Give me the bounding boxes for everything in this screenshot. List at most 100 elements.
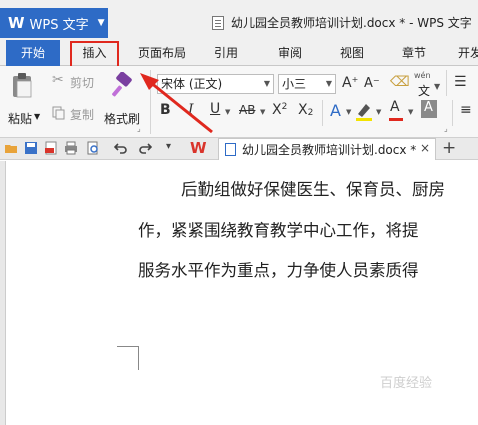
font-group-launcher[interactable]: ⌟	[444, 124, 448, 133]
page-margin-marker	[138, 346, 139, 370]
page-margin-marker	[117, 346, 138, 347]
tab-page-layout[interactable]: 页面布局	[130, 40, 194, 66]
underline-button[interactable]: U	[210, 101, 220, 117]
chevron-down-icon: ▼	[346, 108, 352, 116]
ribbon-separator	[150, 70, 151, 134]
superscript-base: X	[272, 102, 282, 118]
wps-app-menu-button[interactable]: W WPS 文字 ▼	[0, 8, 108, 38]
tab-section[interactable]: 章节	[392, 40, 436, 66]
format-painter-button[interactable]: 格式刷	[104, 72, 144, 128]
print-preview-icon[interactable]	[86, 141, 100, 155]
open-folder-icon[interactable]	[4, 141, 18, 155]
window-title-text: 幼儿园全员教师培训计划.docx * - WPS 文字	[231, 16, 472, 30]
insert-tab-highlight	[70, 41, 119, 69]
font-size-value: 小三	[282, 77, 307, 91]
minus-icon: −	[372, 76, 380, 85]
wps-logo-icon: W	[8, 14, 25, 32]
copy-icon	[52, 106, 65, 120]
scissors-icon: ✂	[52, 72, 64, 88]
tab-view[interactable]: 视图	[330, 40, 374, 66]
bold-button[interactable]: B	[160, 102, 171, 118]
phonetic-guide-button[interactable]: wén	[414, 71, 431, 80]
superscript-button[interactable]: X2	[272, 102, 287, 118]
font-name-value: 宋体 (正文)	[161, 77, 223, 91]
copy-button[interactable]: 复制	[52, 104, 104, 124]
char-shading-button[interactable]: A	[421, 100, 437, 118]
italic-button[interactable]: I	[188, 102, 194, 118]
grow-font-button[interactable]: A+	[342, 75, 358, 91]
document-icon	[225, 143, 236, 156]
tab-review[interactable]: 审阅	[268, 40, 312, 66]
close-icon[interactable]: ×	[420, 141, 430, 155]
chevron-down-icon: ▼	[434, 82, 441, 91]
print-icon[interactable]	[64, 141, 78, 155]
copy-label: 复制	[70, 108, 95, 122]
underline-label: U	[210, 101, 221, 117]
tab-developer[interactable]: 开发	[448, 40, 478, 66]
plus-icon: +	[351, 75, 359, 84]
chevron-down-icon: ▼	[97, 18, 105, 28]
title-bar: W WPS 文字 ▼ 幼儿园全员教师培训计划.docx * - WPS 文字	[0, 0, 478, 40]
redo-icon[interactable]	[138, 141, 152, 155]
font-color-swatch	[389, 118, 403, 121]
shrink-font-label: A	[364, 76, 373, 91]
save-icon[interactable]	[24, 141, 38, 155]
cut-button[interactable]: ✂ 剪切	[52, 72, 104, 92]
watermark: 百度经验	[380, 376, 433, 391]
font-size-select[interactable]: 小三 ▼	[278, 74, 336, 94]
vertical-ruler	[0, 161, 6, 425]
phonetic-pinyin: wén	[414, 71, 431, 80]
ribbon-separator	[322, 100, 323, 126]
wps-doc-logo-icon: W	[190, 139, 207, 157]
export-pdf-icon[interactable]	[44, 141, 58, 155]
highlight-color-button[interactable]	[354, 100, 378, 124]
ribbon-home: 粘贴 ▼ ✂ 剪切 复制 格式刷 ⌟ 宋体 (正文) ▼ 小三 ▼ A+ A− …	[0, 66, 478, 138]
document-line: 后勤组做好保健医生、保育员、厨房	[181, 180, 445, 199]
wps-window: W WPS 文字 ▼ 幼儿园全员教师培训计划.docx * - WPS 文字 开…	[0, 0, 478, 425]
font-color-button[interactable]: A	[388, 99, 408, 125]
text-effect-button[interactable]: A	[330, 101, 341, 120]
chevron-down-icon: ▼	[260, 108, 266, 116]
chevron-down-icon: ▼	[325, 79, 332, 88]
align-left-icon[interactable]: ≡	[460, 102, 472, 118]
document-line: 服务水平作为重点，力争使人员素质得	[138, 261, 419, 280]
font-name-select[interactable]: 宋体 (正文) ▼	[157, 74, 274, 94]
document-tab[interactable]: 幼儿园全员教师培训计划.docx * ×	[218, 138, 436, 160]
document-tab-label: 幼儿园全员教师培训计划.docx *	[242, 143, 417, 157]
undo-icon[interactable]	[114, 141, 128, 155]
grow-font-label: A	[342, 75, 352, 91]
char-shading-label: A	[424, 100, 433, 115]
font-color-label: A	[390, 99, 400, 115]
qat-customize-icon[interactable]: ▾	[166, 141, 171, 152]
eraser-icon[interactable]: ⌫	[390, 74, 410, 90]
ribbon-separator	[446, 70, 447, 96]
ribbon-separator	[452, 100, 453, 126]
cut-label: 剪切	[70, 76, 95, 90]
superscript-mark: 2	[281, 102, 288, 112]
subscript-mark: 2	[307, 108, 314, 118]
clipboard-icon	[13, 73, 32, 98]
clipboard-group-launcher[interactable]: ⌟	[137, 124, 141, 133]
new-tab-button[interactable]: +	[442, 138, 456, 158]
chevron-down-icon: ▼	[225, 108, 231, 116]
shrink-font-button[interactable]: A−	[364, 76, 380, 91]
chevron-down-icon: ▼	[376, 108, 382, 116]
paintbrush-icon	[112, 72, 132, 97]
tab-home[interactable]: 开始	[6, 40, 60, 66]
paste-label: 粘贴	[8, 112, 33, 126]
document-line: 作，紧紧围绕教育教学中心工作，将提	[138, 221, 419, 240]
strikethrough-button[interactable]: AB	[239, 103, 255, 117]
subscript-base: X	[298, 102, 308, 118]
format-painter-label: 格式刷	[104, 112, 141, 126]
tab-references[interactable]: 引用	[206, 40, 246, 66]
chevron-down-icon: ▼	[263, 79, 270, 88]
chevron-down-icon: ▼	[34, 112, 41, 121]
bullet-list-icon[interactable]: ☰	[454, 74, 467, 90]
chevron-down-icon: ▼	[408, 108, 414, 116]
document-icon	[212, 15, 224, 30]
subscript-button[interactable]: X2	[298, 102, 313, 118]
window-title: 幼儿园全员教师培训计划.docx * - WPS 文字	[212, 14, 472, 31]
paste-button[interactable]: 粘贴 ▼	[6, 72, 42, 128]
phonetic-char: 文	[418, 84, 431, 98]
highlighter-icon	[356, 104, 372, 121]
